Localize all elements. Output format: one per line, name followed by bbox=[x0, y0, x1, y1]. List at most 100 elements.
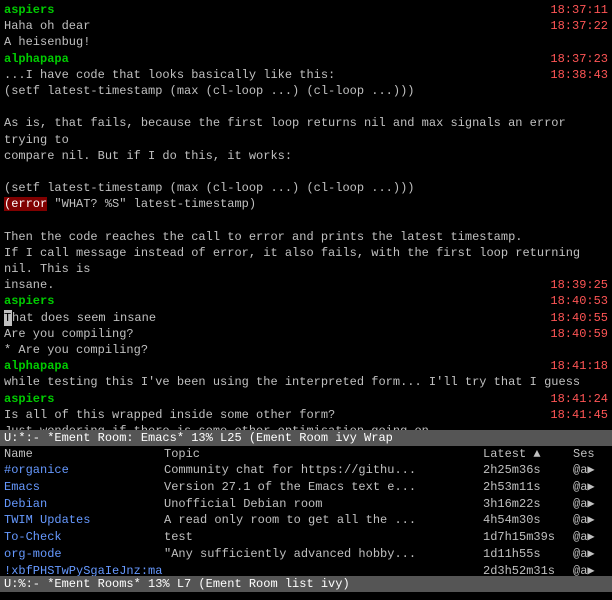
room-topic: Version 27.1 of the Emacs text e... bbox=[164, 479, 483, 496]
header-topic: Topic bbox=[164, 447, 483, 461]
message-line: compare nil. But if I do this, it works: bbox=[4, 148, 608, 164]
message-group: alphapapa 18:37:23 bbox=[4, 51, 608, 67]
message-line: Is all of this wrapped inside some other… bbox=[4, 407, 608, 423]
room-list-row[interactable]: To-Check test1d7h15m39s@a▶ bbox=[0, 529, 612, 546]
room-topic: A read only room to get all the ... bbox=[164, 512, 483, 529]
room-list-row[interactable]: Emacs Version 27.1 of the Emacs text e...… bbox=[0, 479, 612, 496]
message-group: aspiers 18:40:53 bbox=[4, 293, 608, 309]
room-list-header: Name Topic Latest ▲ Ses bbox=[0, 446, 612, 462]
room-list-row[interactable]: TWIM Updates A read only room to get all … bbox=[0, 512, 612, 529]
timestamp: 18:38:43 bbox=[550, 67, 608, 83]
room-topic: Unofficial Debian room bbox=[164, 496, 483, 513]
username[interactable]: alphapapa bbox=[4, 52, 69, 66]
message-text: Are you compiling? bbox=[4, 327, 134, 341]
code-line: (setf latest-timestamp (max (cl-loop ...… bbox=[4, 83, 608, 99]
room-latest: 2d3h52m31s bbox=[483, 563, 573, 576]
timestamp: 18:37:23 bbox=[550, 51, 608, 67]
message-line: insane. 18:39:25 bbox=[4, 277, 608, 293]
timestamp: 18:39:25 bbox=[550, 277, 608, 293]
message-line bbox=[4, 164, 608, 180]
room-latest: 1d11h55s bbox=[483, 546, 573, 563]
timestamp: 18:37:11 bbox=[550, 2, 608, 18]
room-link[interactable]: Debian bbox=[4, 497, 47, 511]
room-name[interactable]: Debian bbox=[4, 496, 164, 513]
message-line: Just wondering if there is some other op… bbox=[4, 423, 608, 430]
room-ses: @a▶ bbox=[573, 462, 608, 479]
header-name: Name bbox=[4, 447, 164, 461]
message-line: ...I have code that looks basically like… bbox=[4, 67, 608, 83]
header-latest: Latest ▲ bbox=[483, 447, 573, 461]
message-text: Then the code reaches the call to error … bbox=[4, 230, 522, 244]
room-name[interactable]: Emacs bbox=[4, 479, 164, 496]
room-name[interactable]: org-mode bbox=[4, 546, 164, 563]
message-line: Haha oh dear 18:37:22 bbox=[4, 18, 608, 34]
message-text: Is all of this wrapped inside some other… bbox=[4, 408, 335, 422]
username[interactable]: aspiers bbox=[4, 3, 54, 17]
message-text: Just wondering if there is some other op… bbox=[4, 424, 429, 430]
room-link[interactable]: org-mode bbox=[4, 547, 62, 561]
message-line: A heisenbug! bbox=[4, 34, 608, 50]
username[interactable]: aspiers bbox=[4, 294, 54, 308]
room-name[interactable]: To-Check bbox=[4, 529, 164, 546]
message-line: If I call message instead of error, it a… bbox=[4, 245, 608, 277]
room-link[interactable]: #organice bbox=[4, 463, 69, 477]
status-bar-text: U:%:- *Ement Rooms* 13% L7 (Ement Room l… bbox=[4, 577, 350, 591]
timestamp: 18:41:18 bbox=[550, 358, 608, 374]
room-link[interactable]: TWIM Updates bbox=[4, 513, 90, 527]
message-line: Then the code reaches the call to error … bbox=[4, 229, 608, 245]
cursor: T bbox=[4, 310, 12, 326]
room-rows: #organice Community chat for https://gith… bbox=[0, 462, 612, 576]
room-topic: Community chat for https://githu... bbox=[164, 462, 483, 479]
message-group: alphapapa 18:41:18 bbox=[4, 358, 608, 374]
room-link[interactable]: Emacs bbox=[4, 480, 40, 494]
message-line: That does seem insane 18:40:55 bbox=[4, 310, 608, 326]
room-name[interactable]: !xbfPHSTwPySgaIeJnz:ma... bbox=[4, 563, 164, 576]
message-text: hat does seem insane bbox=[12, 311, 156, 325]
error-text: (error bbox=[4, 197, 47, 211]
room-list-row[interactable]: #organice Community chat for https://gith… bbox=[0, 462, 612, 479]
message-line: Are you compiling? 18:40:59 bbox=[4, 326, 608, 342]
room-topic: test bbox=[164, 529, 483, 546]
room-list-row[interactable]: !xbfPHSTwPySgaIeJnz:ma... 2d3h52m31s@a▶ bbox=[0, 563, 612, 576]
room-latest: 2h53m11s bbox=[483, 479, 573, 496]
username[interactable]: alphapapa bbox=[4, 359, 69, 373]
message-line bbox=[4, 99, 608, 115]
message-text: insane. bbox=[4, 278, 54, 292]
message-line: while testing this I've been using the i… bbox=[4, 374, 608, 390]
message-text: * Are you compiling? bbox=[4, 343, 148, 357]
room-list-row[interactable]: DebianUnofficial Debian room3h16m22s@a▶ bbox=[0, 496, 612, 513]
room-link[interactable]: To-Check bbox=[4, 530, 62, 544]
timestamp: 18:41:45 bbox=[550, 407, 608, 423]
timestamp: 18:40:55 bbox=[550, 310, 608, 326]
message-text: A heisenbug! bbox=[4, 35, 90, 49]
header-ses: Ses bbox=[573, 447, 608, 461]
timestamp: 18:37:22 bbox=[550, 18, 608, 34]
message-text: while testing this I've been using the i… bbox=[4, 375, 580, 389]
room-name[interactable]: TWIM Updates bbox=[4, 512, 164, 529]
room-latest: 2h25m36s bbox=[483, 462, 573, 479]
message-text: If I call message instead of error, it a… bbox=[4, 246, 580, 276]
message-line: * Are you compiling? bbox=[4, 342, 608, 358]
room-ses: @a▶ bbox=[573, 563, 608, 576]
room-latest: 3h16m22s bbox=[483, 496, 573, 513]
timestamp: 18:40:59 bbox=[550, 326, 608, 342]
room-latest: 4h54m30s bbox=[483, 512, 573, 529]
status-bar-top: U:*:- *Ement Room: Emacs* 13% L25 (Ement… bbox=[0, 430, 612, 446]
status-bar-bottom: U:%:- *Ement Rooms* 13% L7 (Ement Room l… bbox=[0, 576, 612, 592]
status-bar-text: U:*:- *Ement Room: Emacs* 13% L25 (Ement… bbox=[4, 431, 393, 445]
room-link[interactable]: !xbfPHSTwPySgaIeJnz:ma... bbox=[4, 564, 164, 576]
room-ses: @a▶ bbox=[573, 529, 608, 546]
code-text: (setf latest-timestamp (max (cl-loop ...… bbox=[4, 84, 414, 98]
username[interactable]: aspiers bbox=[4, 392, 54, 406]
message-text: compare nil. But if I do this, it works: bbox=[4, 149, 292, 163]
message-text: As is, that fails, because the first loo… bbox=[4, 116, 566, 146]
room-list-row[interactable]: org-mode "Any sufficiently advanced hobby… bbox=[0, 546, 612, 563]
room-ses: @a▶ bbox=[573, 546, 608, 563]
room-ses: @a▶ bbox=[573, 512, 608, 529]
message-group: aspiers 18:41:24 bbox=[4, 391, 608, 407]
message-line: As is, that fails, because the first loo… bbox=[4, 115, 608, 147]
room-topic: "Any sufficiently advanced hobby... bbox=[164, 546, 483, 563]
message-text: Haha oh dear bbox=[4, 19, 90, 33]
room-latest: 1d7h15m39s bbox=[483, 529, 573, 546]
room-name[interactable]: #organice bbox=[4, 462, 164, 479]
